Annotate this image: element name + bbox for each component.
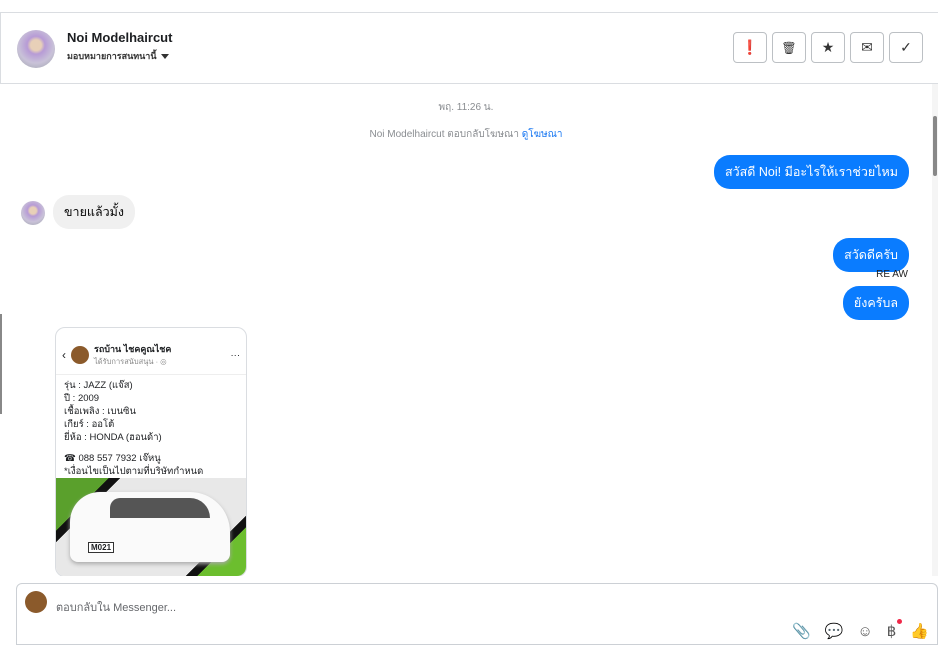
view-ad-link[interactable]: ดูโฆษณา <box>522 129 563 140</box>
post-line: รุ่น : JAZZ (แจ๊ส) <box>64 380 133 391</box>
mark-unread-button[interactable]: ✉ <box>850 32 884 63</box>
like-icon[interactable]: 👍 <box>910 622 929 640</box>
message-bubble-in: ขายแล้วมั้ง <box>53 195 135 229</box>
message-bubble-out: สวัสดี Noi! มีอะไรให้เราช่วยไหม <box>714 155 909 189</box>
post-line: ยี่ห้อ : HONDA (ฮอนด้า) <box>64 432 162 443</box>
post-line: เชื้อเพลิง : เบนซิน <box>64 406 137 417</box>
message-bubble-out: ยังครับล <box>842 286 909 320</box>
scrollbar-thumb[interactable] <box>933 116 937 176</box>
ad-reply-text: Noi Modelhaircut ตอบกลับโฆษณา <box>369 129 519 140</box>
back-arrow-icon: ‹ <box>62 348 66 362</box>
payment-icon[interactable]: ฿ <box>886 619 903 640</box>
mark-done-button[interactable]: ✓ <box>889 32 923 63</box>
emoji-icon[interactable]: ☺ <box>857 623 872 640</box>
contact-avatar[interactable] <box>17 30 55 68</box>
page-name: รถบ้าน ไชคคูณไชค <box>94 344 172 354</box>
ad-reply-notice: Noi Modelhaircut ตอบกลับโฆษณา ดูโฆษณา <box>0 127 932 142</box>
scrollbar[interactable] <box>932 84 938 576</box>
alert-icon: ❗ <box>741 39 759 55</box>
saved-replies-icon[interactable]: 💬 <box>825 622 844 640</box>
shared-ad-screenshot[interactable]: ‹ รถบ้าน ไชคคูณไชค ได้รับการสนับสนุน · ◎ … <box>55 327 247 576</box>
trash-icon: 🗑 <box>781 40 797 55</box>
baht-symbol: ฿ <box>886 623 897 640</box>
page-avatar <box>25 591 47 613</box>
delete-button[interactable]: 🗑 <box>772 32 806 63</box>
post-line: *เงื่อนไขเป็นไปตามที่บริษัทกำหนด <box>64 466 204 477</box>
assign-conversation-dropdown[interactable]: มอบหมายการสนทนานี้ <box>67 49 169 63</box>
star-icon: ★ <box>821 39 835 55</box>
attachment-icon[interactable]: 📎 <box>792 622 811 640</box>
sender-signature: RE AW <box>876 269 908 280</box>
star-button[interactable]: ★ <box>811 32 845 63</box>
reply-input[interactable]: ตอบกลับใน Messenger... <box>56 598 176 616</box>
notification-dot <box>897 619 903 624</box>
contact-name[interactable]: Noi Modelhaircut <box>67 30 172 45</box>
license-plate: M021 <box>88 542 115 553</box>
caret-down-icon <box>160 54 169 60</box>
sender-avatar <box>21 201 45 225</box>
post-line: เกียร์ : ออโต้ <box>64 419 115 430</box>
timestamp: พฤ. 11:26 น. <box>438 102 494 113</box>
more-icon: ··· <box>230 349 241 361</box>
post-line: ☎ 088 557 7932 เจ๊หนู <box>64 453 161 464</box>
message-bubble-out: สวัดดีครับ <box>833 238 909 272</box>
assign-label: มอบหมายการสนทนานี้ <box>67 51 157 61</box>
post-line: ปี : 2009 <box>64 393 100 404</box>
mark-spam-button[interactable]: ❗ <box>733 32 767 63</box>
sponsored-label: ได้รับการสนับสนุน · ◎ <box>94 357 167 366</box>
page-avatar <box>71 346 89 364</box>
mail-icon: ✉ <box>861 39 873 55</box>
check-icon: ✓ <box>900 39 912 55</box>
reply-composer[interactable]: ตอบกลับใน Messenger... 📎 💬 ☺ ฿ 👍 <box>16 583 938 645</box>
car-image: M021 <box>70 492 230 562</box>
car-photo: M021 <box>56 478 246 576</box>
message-thread: พฤ. 11:26 น. Noi Modelhaircut ตอบกลับโฆษ… <box>0 84 932 576</box>
conversation-header: Noi Modelhaircut มอบหมายการสนทนานี้ ❗ 🗑 … <box>0 13 938 84</box>
